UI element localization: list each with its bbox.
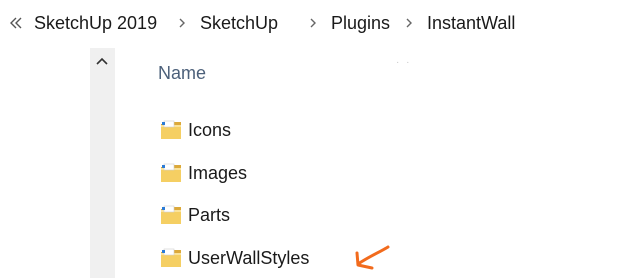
folder-icon: [161, 120, 181, 139]
breadcrumb-item-sketchup[interactable]: SketchUp: [200, 12, 278, 34]
list-item[interactable]: Icons: [160, 115, 231, 145]
breadcrumb-item-instantwall[interactable]: InstantWall: [427, 12, 515, 34]
list-item[interactable]: Parts: [160, 200, 230, 230]
navigation-scrollbar[interactable]: [90, 48, 115, 278]
breadcrumb-item-sketchup-2019[interactable]: SketchUp 2019: [34, 12, 157, 34]
chevron-right-icon[interactable]: [176, 17, 188, 29]
chevron-up-icon[interactable]: [95, 56, 109, 66]
file-name: Parts: [188, 205, 231, 225]
list-item[interactable]: Images: [160, 158, 247, 188]
list-item[interactable]: UserWallStyles: [160, 243, 309, 273]
file-name: Images: [188, 163, 248, 183]
chevron-right-icon[interactable]: [403, 17, 415, 29]
hand-drawn-arrow-icon: [355, 245, 390, 270]
chevron-right-icon[interactable]: [307, 17, 319, 29]
column-header-name[interactable]: Name: [158, 62, 206, 84]
double-chevron-left-icon[interactable]: [8, 14, 24, 32]
column-resize-hint: · ·: [396, 57, 412, 68]
breadcrumb: SketchUp 2019 SketchUp Plugins InstantWa…: [0, 0, 634, 48]
folder-icon: [161, 163, 181, 182]
breadcrumb-item-plugins[interactable]: Plugins: [331, 12, 390, 34]
folder-icon: [161, 248, 181, 267]
file-name: Icons: [188, 120, 232, 140]
folder-icon: [161, 205, 181, 224]
navigation-pane: [0, 48, 90, 278]
file-name: UserWallStyles: [188, 248, 310, 268]
